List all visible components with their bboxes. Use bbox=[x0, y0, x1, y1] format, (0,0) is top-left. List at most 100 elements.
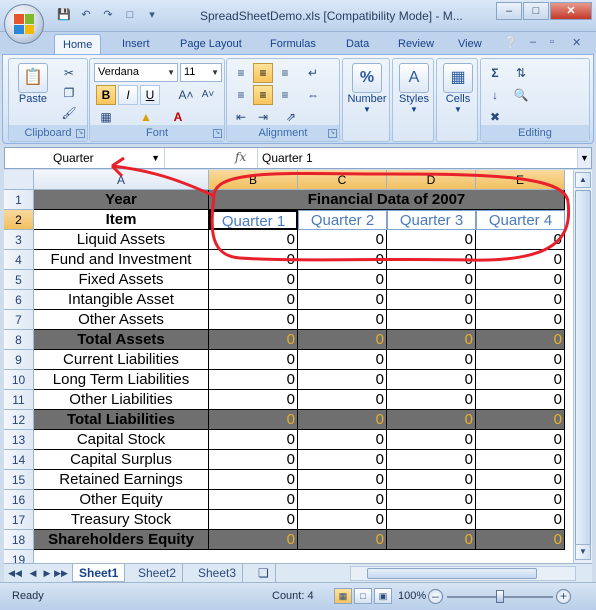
close-button[interactable]: ✕ bbox=[550, 2, 592, 20]
row-header-12[interactable]: 12 bbox=[4, 410, 34, 430]
cell-value[interactable]: 0 bbox=[298, 390, 387, 410]
cell-value[interactable]: 0 bbox=[209, 270, 298, 290]
last-sheet-icon[interactable]: ▶▶ bbox=[54, 566, 68, 580]
cell-value[interactable]: 0 bbox=[387, 270, 476, 290]
cell-value[interactable]: 0 bbox=[476, 330, 565, 350]
cell-value[interactable]: 0 bbox=[209, 370, 298, 390]
cell-value[interactable]: 0 bbox=[387, 530, 476, 550]
cell-value[interactable]: 0 bbox=[476, 450, 565, 470]
orientation-icon[interactable]: ⇗ bbox=[281, 107, 301, 127]
column-header-a[interactable]: A bbox=[34, 170, 209, 190]
cell-value[interactable]: 0 bbox=[387, 410, 476, 430]
cell-value[interactable]: 0 bbox=[209, 510, 298, 530]
row-header-18[interactable]: 18 bbox=[4, 530, 34, 550]
expand-formula-bar-icon[interactable]: ▼ bbox=[577, 148, 591, 168]
align-top-icon[interactable]: ≡ bbox=[231, 63, 251, 83]
cell-value[interactable]: 0 bbox=[209, 450, 298, 470]
zoom-level[interactable]: 100% bbox=[398, 590, 426, 602]
row-header-6[interactable]: 6 bbox=[4, 290, 34, 310]
copy-icon[interactable]: ❐ bbox=[59, 83, 79, 103]
horizontal-scrollbar[interactable] bbox=[350, 566, 576, 581]
zoom-slider-thumb[interactable] bbox=[496, 590, 504, 603]
wrap-text-icon[interactable]: ↵ bbox=[303, 63, 323, 83]
cell-value[interactable]: 0 bbox=[476, 290, 565, 310]
clipboard-launcher-icon[interactable]: ↘ bbox=[76, 129, 85, 138]
cell-value[interactable]: 0 bbox=[209, 390, 298, 410]
cell-value[interactable]: 0 bbox=[298, 410, 387, 430]
row-header-19[interactable]: 19 bbox=[4, 550, 34, 563]
merge-center-icon[interactable]: ⇔ bbox=[303, 85, 323, 105]
cell-item-name[interactable]: Other Assets bbox=[34, 310, 209, 330]
increase-indent-icon[interactable]: ⇥ bbox=[253, 107, 273, 127]
align-left-icon[interactable]: ≡ bbox=[231, 85, 251, 105]
clear-icon[interactable]: ✖ bbox=[485, 107, 505, 127]
underline-icon[interactable]: U bbox=[140, 85, 160, 105]
italic-icon[interactable]: I bbox=[118, 85, 138, 105]
help-icon[interactable]: ❔ bbox=[504, 36, 518, 49]
insert-function-icon[interactable]: fx bbox=[235, 150, 246, 164]
cell-value[interactable]: 0 bbox=[298, 490, 387, 510]
font-color-icon[interactable]: A bbox=[168, 107, 188, 127]
cell-value[interactable]: 0 bbox=[298, 430, 387, 450]
bold-icon[interactable]: B bbox=[96, 85, 116, 105]
zoom-out-icon[interactable]: – bbox=[428, 589, 443, 604]
next-sheet-icon[interactable]: ▶ bbox=[40, 566, 54, 580]
scroll-up-icon[interactable]: ▲ bbox=[575, 172, 591, 188]
paste-button[interactable]: 📋 Paste bbox=[13, 63, 53, 105]
cell-item-name[interactable]: Current Liabilities bbox=[34, 350, 209, 370]
column-header-b[interactable]: B bbox=[209, 170, 298, 190]
sort-filter-icon[interactable]: ⇅ bbox=[511, 63, 531, 83]
cell-value[interactable]: 0 bbox=[476, 270, 565, 290]
autosum-icon[interactable]: Σ bbox=[485, 63, 505, 83]
cell-value[interactable]: 0 bbox=[298, 530, 387, 550]
cell-value[interactable]: 0 bbox=[476, 430, 565, 450]
find-select-icon[interactable]: 🔍 bbox=[511, 85, 531, 105]
cell-value[interactable]: 0 bbox=[387, 510, 476, 530]
vertical-scroll-thumb[interactable] bbox=[575, 190, 591, 550]
cell-item-name[interactable]: Total Liabilities bbox=[34, 410, 209, 430]
cell-item-name[interactable]: Shareholders Equity bbox=[34, 530, 209, 550]
row-header-13[interactable]: 13 bbox=[4, 430, 34, 450]
cell-item-name[interactable]: Other Equity bbox=[34, 490, 209, 510]
cell-value[interactable]: 0 bbox=[298, 370, 387, 390]
cell-value[interactable]: 0 bbox=[298, 330, 387, 350]
zoom-slider[interactable] bbox=[447, 590, 553, 603]
page-layout-view-icon[interactable]: □ bbox=[354, 588, 372, 604]
cell-value[interactable]: 0 bbox=[387, 370, 476, 390]
cell-item-name[interactable]: Other Liabilities bbox=[34, 390, 209, 410]
first-sheet-icon[interactable]: ◀◀ bbox=[8, 566, 22, 580]
cell-value[interactable]: 0 bbox=[209, 330, 298, 350]
tab-view[interactable]: View bbox=[450, 34, 490, 54]
tab-review[interactable]: Review bbox=[390, 34, 442, 54]
shrink-font-icon[interactable]: A˅ bbox=[198, 85, 218, 105]
cell-value[interactable]: 0 bbox=[476, 490, 565, 510]
cells-button[interactable]: ▦ Cells ▼ bbox=[439, 63, 477, 114]
office-button[interactable] bbox=[4, 4, 44, 44]
cell-value[interactable]: 0 bbox=[387, 350, 476, 370]
tab-page-layout[interactable]: Page Layout bbox=[172, 34, 250, 54]
cell-value[interactable]: 0 bbox=[209, 490, 298, 510]
format-painter-icon[interactable]: 🖌 bbox=[59, 103, 79, 123]
tab-formulas[interactable]: Formulas bbox=[262, 34, 324, 54]
cell-value[interactable]: 0 bbox=[209, 430, 298, 450]
cell-value[interactable]: 0 bbox=[387, 310, 476, 330]
cell-value[interactable]: 0 bbox=[387, 470, 476, 490]
row-header-17[interactable]: 17 bbox=[4, 510, 34, 530]
save-icon[interactable]: 💾 bbox=[56, 7, 72, 23]
cell-value[interactable]: 0 bbox=[298, 510, 387, 530]
cell-value[interactable]: 0 bbox=[476, 510, 565, 530]
cell-value[interactable]: 0 bbox=[298, 450, 387, 470]
cell-item-name[interactable]: Fixed Assets bbox=[34, 270, 209, 290]
cell-value[interactable]: 0 bbox=[476, 370, 565, 390]
select-all-button[interactable] bbox=[4, 170, 34, 190]
insert-sheet-icon[interactable]: ❏ bbox=[252, 564, 276, 582]
cell-value[interactable]: 0 bbox=[387, 490, 476, 510]
align-right-icon[interactable]: ≡ bbox=[275, 85, 295, 105]
cell-quarter-header[interactable]: Quarter 1 bbox=[209, 210, 298, 230]
horizontal-scroll-thumb[interactable] bbox=[367, 568, 537, 579]
cell-value[interactable]: 0 bbox=[298, 230, 387, 250]
ribbon-minimize-icon[interactable]: – bbox=[530, 36, 536, 48]
font-family-select[interactable]: Verdana ▼ bbox=[94, 63, 178, 82]
grow-font-icon[interactable]: A˄ bbox=[176, 85, 196, 105]
undo-icon[interactable]: ↶ bbox=[78, 7, 94, 23]
